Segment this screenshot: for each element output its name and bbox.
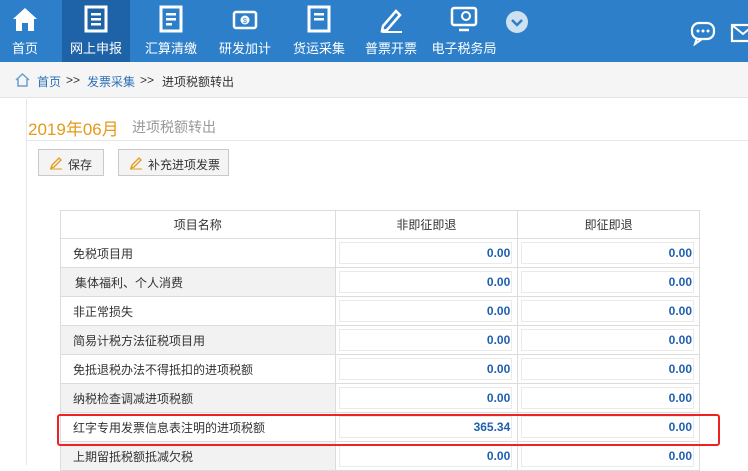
supplement-invoice-button-label: 补充进项发票 — [148, 158, 221, 172]
nav-e-tax-bureau[interactable]: 电子税务局 — [428, 0, 500, 62]
pencil-icon — [129, 157, 142, 170]
nav-settlement-label: 汇算清缴 — [144, 41, 197, 56]
nav-online-declare[interactable]: 网上申报 — [62, 0, 130, 62]
highlight-annotation-box — [57, 414, 720, 446]
immediate-refund-input[interactable]: 0.00 — [521, 445, 694, 467]
immediate-refund-input[interactable]: 0.00 — [521, 387, 694, 409]
nav-freight-label: 货运采集 — [292, 41, 345, 56]
breadcrumb-separator: >> — [140, 73, 155, 87]
non-immediate-refund-input[interactable]: 0.00 — [338, 329, 513, 351]
nav-invoice-issue-label: 普票开票 — [364, 41, 417, 56]
table-row: 简易计税方法征税项目用 0.00 0.00 — [60, 325, 700, 355]
breadcrumb-home-link[interactable]: 首页 — [37, 73, 61, 90]
breadcrumb-separator: >> — [66, 73, 81, 87]
immediate-refund-input[interactable]: 0.00 — [521, 242, 694, 264]
nav-e-tax-bureau-label: 电子税务局 — [431, 41, 497, 56]
chat-icon[interactable] — [690, 20, 716, 46]
row-name: 非正常损失 — [60, 296, 336, 326]
immediate-refund-input[interactable]: 0.00 — [521, 300, 694, 322]
home-icon — [13, 8, 37, 31]
breadcrumb: 首页 >> 发票采集 >> 进项税额转出 — [0, 62, 748, 98]
nav-rd-deduction[interactable]: $ 研发加计 — [212, 0, 278, 62]
rd-deduction-icon: $ — [232, 10, 258, 30]
non-immediate-refund-input[interactable]: 0.00 — [338, 387, 513, 409]
table-row: 纳税检查调减进项税额 0.00 0.00 — [60, 383, 700, 413]
row-name: 简易计税方法征税项目用 — [60, 325, 336, 355]
svg-text:$: $ — [243, 18, 247, 25]
mail-icon[interactable] — [730, 20, 748, 46]
non-immediate-refund-input[interactable]: 0.00 — [338, 445, 513, 467]
non-immediate-refund-input[interactable]: 0.00 — [338, 358, 513, 380]
header-divider — [26, 140, 748, 141]
non-immediate-refund-input[interactable]: 0.00 — [338, 300, 513, 322]
nav-invoice-issue[interactable]: 普票开票 — [358, 0, 424, 62]
table-row: 非正常损失 0.00 0.00 — [60, 296, 700, 326]
save-button-label: 保存 — [68, 158, 93, 172]
period-label: 2019年06月 — [28, 120, 119, 139]
nav-home[interactable]: 首页 — [0, 0, 50, 62]
immediate-refund-input[interactable]: 0.00 — [521, 329, 694, 351]
breadcrumb-current: 进项税额转出 — [162, 75, 235, 89]
nav-rd-deduction-label: 研发加计 — [218, 41, 271, 56]
non-immediate-refund-input[interactable]: 0.00 — [338, 271, 513, 293]
row-name: 免抵退税办法不得抵扣的进项税额 — [60, 354, 336, 384]
settlement-icon — [159, 5, 183, 33]
row-name: 免税项目用 — [60, 238, 336, 268]
supplement-invoice-button[interactable]: 补充进项发票 — [118, 149, 229, 176]
invoice-pen-icon — [380, 9, 402, 33]
column-header: 项目名称 — [60, 210, 336, 239]
nav-online-declare-label: 网上申报 — [69, 41, 122, 56]
pencil-icon — [49, 157, 62, 170]
nav-home-label: 首页 — [11, 41, 38, 56]
non-immediate-refund-input[interactable]: 0.00 — [338, 242, 513, 264]
immediate-refund-input[interactable]: 0.00 — [521, 271, 694, 293]
row-name: 集体福利、个人消费 — [60, 267, 336, 297]
row-name: 纳税检查调减进项税额 — [60, 383, 336, 413]
breadcrumb-invoice-collect-link[interactable]: 发票采集 — [87, 73, 135, 90]
table-header-row: 项目名称 非即征即退 即征即退 — [60, 210, 700, 239]
table-row: 集体福利、个人消费 0.00 0.00 — [60, 267, 700, 297]
table-row: 免抵退税办法不得抵扣的进项税额 0.00 0.00 — [60, 354, 700, 384]
freight-icon — [307, 5, 331, 33]
declare-icon — [84, 5, 108, 33]
home-icon[interactable] — [15, 73, 30, 87]
nav-freight[interactable]: 货运采集 — [286, 0, 352, 62]
nav-more-button[interactable] — [506, 11, 528, 33]
save-button[interactable]: 保存 — [38, 149, 104, 176]
page-title: 进项税额转出 — [132, 119, 216, 135]
table-row: 免税项目用 0.00 0.00 — [60, 238, 700, 268]
column-header: 即征即退 — [517, 210, 700, 239]
immediate-refund-input[interactable]: 0.00 — [521, 358, 694, 380]
column-header: 非即征即退 — [334, 210, 519, 239]
e-tax-bureau-icon — [450, 6, 478, 32]
nav-settlement[interactable]: 汇算清缴 — [138, 0, 204, 62]
chevron-down-icon — [511, 19, 523, 27]
top-nav: 首页 网上申报 汇算清缴 $ 研发加计 货运采集 普票开票 电子税务局 — [0, 0, 748, 62]
